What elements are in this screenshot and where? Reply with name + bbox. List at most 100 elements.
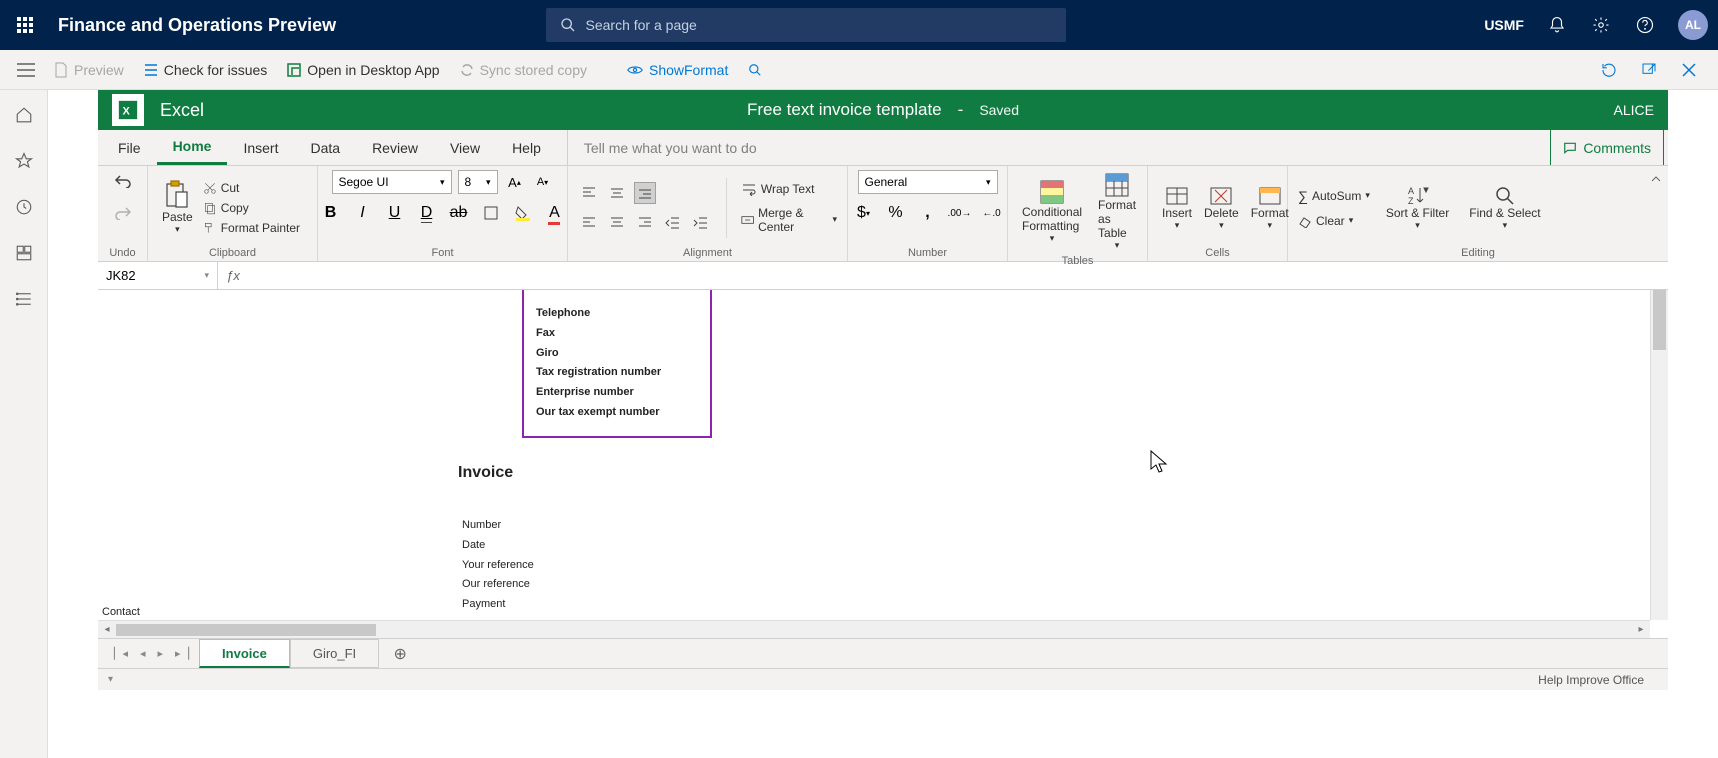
vertical-scrollbar[interactable]: [1650, 290, 1668, 620]
nav-toggle-icon[interactable]: [8, 63, 44, 77]
tab-insert[interactable]: Insert: [227, 130, 294, 165]
align-middle-icon[interactable]: [606, 182, 628, 204]
formula-input[interactable]: [248, 262, 1668, 289]
cell-tax-reg[interactable]: Tax registration number: [536, 363, 698, 383]
percent-icon[interactable]: %: [885, 202, 907, 224]
decrease-decimal-icon[interactable]: ←.0: [981, 202, 1003, 224]
recent-icon[interactable]: [13, 196, 35, 218]
favorites-icon[interactable]: [13, 150, 35, 172]
align-right-icon[interactable]: [634, 212, 656, 234]
status-menu-icon[interactable]: ▾: [98, 674, 113, 685]
field-date[interactable]: Date: [462, 536, 534, 556]
merge-center-button[interactable]: Merge & Center ▾: [741, 206, 837, 234]
field-your-ref[interactable]: Your reference: [462, 556, 534, 576]
invoice-heading[interactable]: Invoice: [458, 464, 513, 482]
home-icon[interactable]: [13, 104, 35, 126]
tab-view[interactable]: View: [434, 130, 496, 165]
strikethrough-button[interactable]: ab: [448, 202, 470, 224]
excel-doc-name[interactable]: Free text invoice template: [747, 100, 942, 120]
popout-icon[interactable]: [1638, 59, 1660, 81]
open-desktop-button[interactable]: Open in Desktop App: [277, 50, 449, 89]
font-name-select[interactable]: Segoe UI▾: [332, 170, 452, 194]
tell-me-search[interactable]: Tell me what you want to do: [567, 130, 773, 165]
comments-button[interactable]: Comments: [1550, 130, 1664, 165]
search-action-icon[interactable]: [738, 50, 772, 89]
modules-icon[interactable]: [13, 288, 35, 310]
bold-button[interactable]: B: [320, 202, 342, 224]
currency-icon[interactable]: $▾: [853, 202, 875, 224]
add-sheet-button[interactable]: ⊕: [387, 641, 413, 667]
cells-format-button[interactable]: Format▾: [1247, 182, 1293, 233]
cell-telephone[interactable]: Telephone: [536, 304, 698, 324]
underline-button[interactable]: U: [384, 202, 406, 224]
sort-filter-button[interactable]: AZSort & Filter▾: [1382, 182, 1453, 233]
cells-delete-button[interactable]: Delete▾: [1200, 182, 1243, 233]
increase-indent-icon[interactable]: [690, 212, 712, 234]
check-issues-button[interactable]: Check for issues: [134, 50, 277, 89]
redo-button[interactable]: [112, 202, 134, 224]
tab-file[interactable]: File: [102, 130, 157, 165]
settings-icon[interactable]: [1590, 14, 1612, 36]
cell-enterprise[interactable]: Enterprise number: [536, 383, 698, 403]
tab-help[interactable]: Help: [496, 130, 557, 165]
copy-button[interactable]: Copy: [203, 201, 300, 215]
cell-giro[interactable]: Giro: [536, 344, 698, 364]
fill-color-button[interactable]: [512, 202, 534, 224]
help-improve-link[interactable]: Help Improve Office: [1538, 673, 1668, 687]
format-as-table-button[interactable]: Format as Table▾: [1094, 170, 1140, 253]
clear-button[interactable]: Clear▾: [1298, 214, 1370, 228]
autosum-button[interactable]: ∑AutoSum▾: [1298, 188, 1370, 204]
conditional-formatting-button[interactable]: Conditional Formatting▾: [1018, 177, 1086, 246]
tab-home[interactable]: Home: [157, 130, 228, 165]
double-underline-button[interactable]: D: [416, 202, 438, 224]
undo-button[interactable]: [112, 170, 134, 192]
refresh-icon[interactable]: [1598, 59, 1620, 81]
align-center-icon[interactable]: [606, 212, 628, 234]
align-left-icon[interactable]: [578, 212, 600, 234]
paste-button[interactable]: Paste▾: [158, 178, 197, 237]
user-avatar[interactable]: AL: [1678, 10, 1708, 40]
cut-button[interactable]: Cut: [203, 181, 300, 195]
align-bottom-icon[interactable]: [634, 182, 656, 204]
comma-icon[interactable]: ,: [917, 202, 939, 224]
borders-button[interactable]: [480, 202, 502, 224]
align-top-icon[interactable]: [578, 182, 600, 204]
tab-review[interactable]: Review: [356, 130, 434, 165]
increase-font-icon[interactable]: A▴: [504, 171, 526, 193]
field-contact[interactable]: Contact: [102, 606, 140, 618]
find-select-button[interactable]: Find & Select▾: [1465, 182, 1544, 233]
field-number[interactable]: Number: [462, 516, 534, 536]
global-search[interactable]: Search for a page: [546, 8, 1066, 42]
font-color-button[interactable]: A: [544, 202, 566, 224]
help-icon[interactable]: [1634, 14, 1656, 36]
field-our-ref[interactable]: Our reference: [462, 575, 534, 595]
fx-icon[interactable]: ƒx: [218, 268, 248, 283]
notifications-icon[interactable]: [1546, 14, 1568, 36]
company-code[interactable]: USMF: [1484, 17, 1524, 33]
sync-button[interactable]: Sync stored copy: [450, 50, 597, 89]
collapse-ribbon-icon[interactable]: [1650, 172, 1662, 190]
number-format-select[interactable]: General▾: [858, 170, 998, 194]
cell-fax[interactable]: Fax: [536, 324, 698, 344]
wrap-text-button[interactable]: Wrap Text: [741, 182, 837, 196]
decrease-indent-icon[interactable]: [662, 212, 684, 234]
name-box[interactable]: JK82▾: [98, 262, 218, 289]
cells-insert-button[interactable]: Insert▾: [1158, 182, 1196, 233]
show-format-button[interactable]: ShowFormat: [617, 50, 738, 89]
format-painter-button[interactable]: Format Painter: [203, 221, 300, 235]
preview-button[interactable]: Preview: [44, 50, 134, 89]
workspaces-icon[interactable]: [13, 242, 35, 264]
cell-tax-exempt[interactable]: Our tax exempt number: [536, 403, 698, 423]
horizontal-scrollbar[interactable]: ◂▸: [98, 620, 1650, 638]
increase-decimal-icon[interactable]: .00→: [949, 202, 971, 224]
font-size-select[interactable]: 8▾: [458, 170, 498, 194]
close-icon[interactable]: [1678, 59, 1700, 81]
sheet-nav[interactable]: ▏◂◂▸▸▕: [104, 647, 199, 660]
app-launcher-icon[interactable]: [10, 10, 40, 40]
decrease-font-icon[interactable]: A▾: [532, 171, 554, 193]
italic-button[interactable]: I: [352, 202, 374, 224]
sheet-tab-giro[interactable]: Giro_FI: [290, 639, 379, 668]
spreadsheet-grid[interactable]: Telephone Fax Giro Tax registration numb…: [98, 290, 1668, 638]
tab-data[interactable]: Data: [294, 130, 356, 165]
sheet-tab-invoice[interactable]: Invoice: [199, 639, 290, 668]
